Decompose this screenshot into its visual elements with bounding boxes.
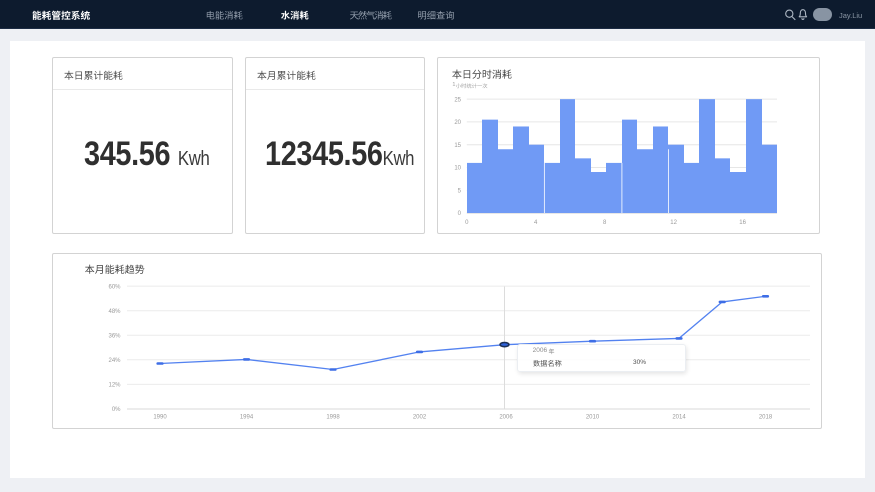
svg-text:48%: 48%	[108, 309, 121, 315]
svg-text:12%: 12%	[108, 383, 121, 389]
svg-text:15: 15	[454, 143, 461, 149]
svg-text:4: 4	[534, 220, 538, 226]
svg-text:60%: 60%	[108, 284, 121, 290]
svg-text:0: 0	[458, 211, 462, 217]
svg-text:1998: 1998	[326, 415, 340, 421]
svg-text:0%: 0%	[112, 407, 121, 413]
svg-text:2006: 2006	[499, 415, 513, 421]
svg-text:2010: 2010	[586, 415, 600, 421]
svg-text:20: 20	[454, 120, 461, 126]
svg-text:16: 16	[739, 220, 746, 226]
svg-text:12: 12	[670, 220, 677, 226]
svg-text:24%: 24%	[108, 358, 121, 364]
svg-text:0: 0	[465, 220, 469, 226]
svg-text:1994: 1994	[240, 415, 254, 421]
svg-text:5: 5	[458, 188, 462, 194]
svg-text:1990: 1990	[153, 415, 167, 421]
svg-text:2014: 2014	[672, 415, 686, 421]
svg-text:2018: 2018	[759, 415, 773, 421]
svg-text:2002: 2002	[413, 415, 427, 421]
svg-text:8: 8	[603, 220, 607, 226]
svg-text:10: 10	[454, 166, 461, 172]
svg-text:25: 25	[454, 97, 461, 103]
svg-text:36%: 36%	[108, 334, 121, 340]
